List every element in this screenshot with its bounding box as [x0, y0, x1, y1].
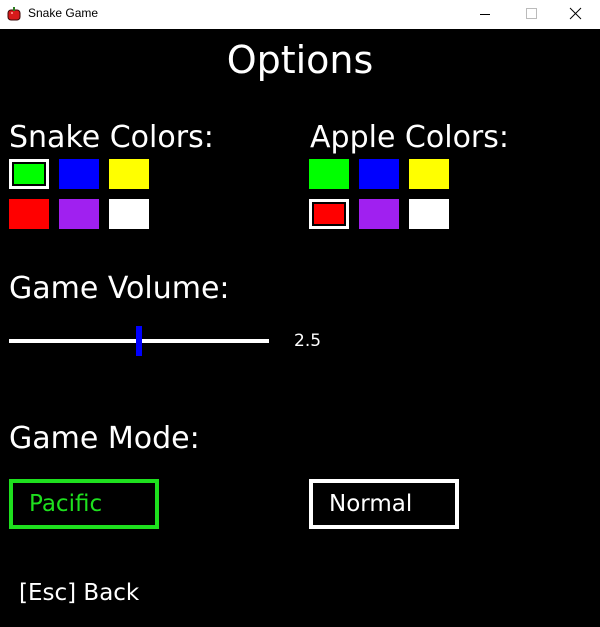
maximize-icon	[526, 8, 537, 19]
minimize-button[interactable]	[462, 0, 508, 29]
options-screen: Options Snake Colors: Apple Colors: Game…	[0, 29, 600, 627]
apple-color-swatch[interactable]	[359, 199, 399, 229]
apple-icon	[7, 7, 21, 21]
minimize-icon	[480, 14, 490, 15]
page-title: Options	[226, 38, 374, 82]
apple-color-swatch-fill	[314, 204, 344, 224]
snake-color-swatch[interactable]	[9, 199, 49, 229]
mode-normal-button[interactable]: Normal	[309, 479, 459, 529]
close-button[interactable]	[554, 0, 600, 29]
game-mode-label: Game Mode:	[9, 421, 200, 456]
apple-color-swatch[interactable]	[309, 159, 349, 189]
window-title: Snake Game	[28, 6, 99, 20]
window-title-bar: Snake Game	[0, 0, 600, 29]
game-volume-label: Game Volume:	[9, 271, 230, 306]
snake-color-swatch[interactable]	[109, 159, 149, 189]
snake-color-swatch[interactable]	[9, 159, 49, 189]
apple-color-swatch[interactable]	[409, 159, 449, 189]
mode-pacific-label: Pacific	[29, 491, 103, 517]
snake-color-swatch[interactable]	[59, 199, 99, 229]
mode-normal-label: Normal	[329, 491, 413, 517]
volume-value: 2.5	[294, 331, 322, 351]
snake-color-swatch-fill	[14, 164, 44, 184]
snake-color-swatch[interactable]	[109, 199, 149, 229]
volume-slider-handle[interactable]	[136, 326, 142, 356]
apple-color-swatch[interactable]	[309, 199, 349, 229]
close-icon	[569, 7, 582, 20]
apple-colors-label: Apple Colors:	[310, 120, 509, 155]
apple-color-swatch[interactable]	[409, 199, 449, 229]
snake-color-swatch[interactable]	[59, 159, 99, 189]
mode-pacific-button[interactable]: Pacific	[9, 479, 159, 529]
back-button[interactable]: [Esc] Back	[19, 580, 139, 606]
maximize-button[interactable]	[508, 0, 554, 29]
snake-colors-label: Snake Colors:	[9, 120, 214, 155]
apple-color-swatch[interactable]	[359, 159, 399, 189]
